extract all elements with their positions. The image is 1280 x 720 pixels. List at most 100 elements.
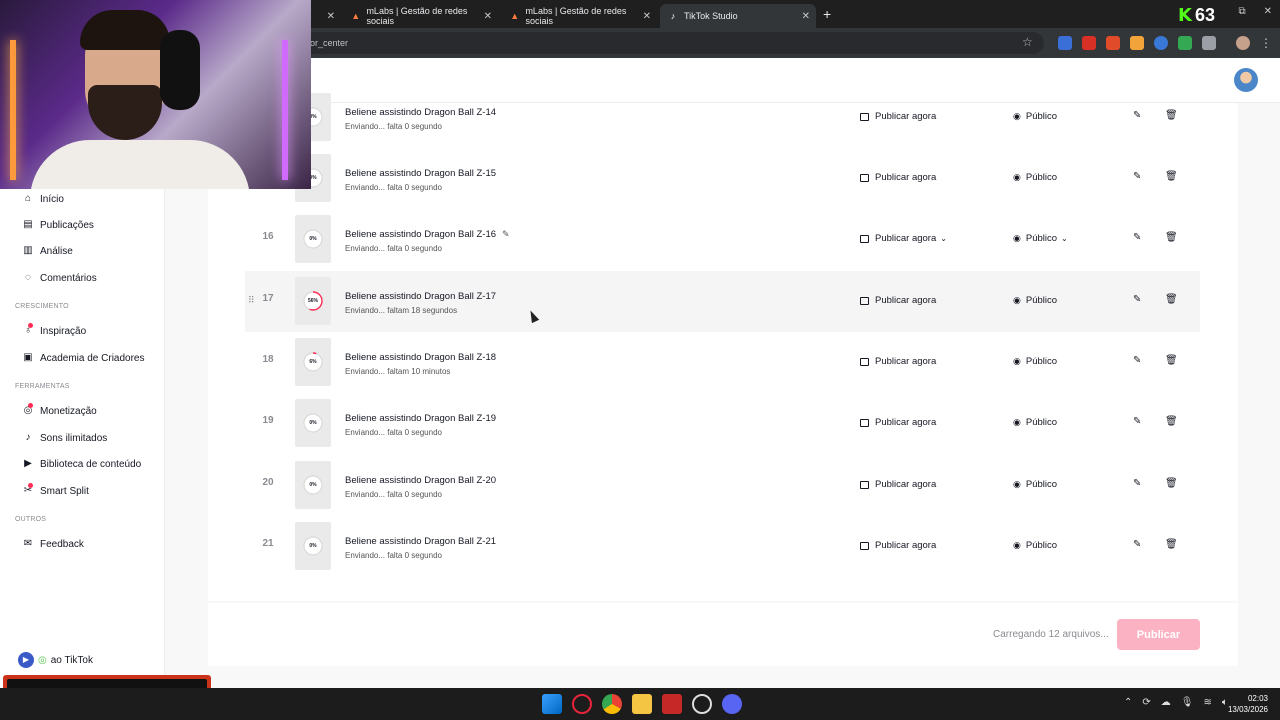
privacy-selector[interactable]: ◉ Público ⌄ — [1013, 233, 1068, 244]
opera-icon[interactable] — [572, 694, 592, 714]
back-to-tiktok-link[interactable]: ▶ ◎ ao TikTok — [18, 652, 93, 668]
close-tab-icon[interactable]: ✕ — [643, 11, 651, 22]
edit-pencil-icon[interactable]: ✎ — [1133, 294, 1141, 305]
privacy-selector[interactable]: ◉ Público — [1013, 172, 1057, 183]
schedule-selector[interactable]: Publicar agora — [860, 417, 936, 428]
trash-icon[interactable]: 🗑︎ — [1165, 416, 1178, 427]
sidebar-item-inspiration[interactable]: ♁ Inspiração — [22, 321, 86, 341]
chevron-up-icon[interactable]: ⌃ — [1124, 697, 1132, 708]
sidebar-item-comments[interactable]: ◌ Comentários — [22, 268, 97, 288]
section-title-growth: CRESCIMENTO — [15, 303, 69, 310]
extension-icon[interactable] — [1082, 36, 1096, 50]
trash-icon[interactable]: 🗑︎ — [1165, 478, 1178, 489]
system-clock[interactable]: 02:03 13/03/2026 — [1222, 693, 1268, 715]
extension-icon[interactable] — [1106, 36, 1120, 50]
obs-icon[interactable] — [692, 694, 712, 714]
schedule-selector[interactable]: Publicar agora — [860, 172, 936, 183]
edit-pencil-icon[interactable]: ✎ — [1133, 416, 1141, 427]
sidebar-item-sounds[interactable]: ♪ Sons ilimitados — [22, 428, 108, 448]
publish-button[interactable]: Publicar — [1117, 619, 1200, 650]
extension-icon[interactable] — [1130, 36, 1144, 50]
trash-icon[interactable]: 🗑︎ — [1165, 539, 1178, 550]
trash-icon[interactable]: 🗑︎ — [1165, 110, 1178, 121]
public-eye-icon: ◉ — [1013, 356, 1021, 366]
more-menu-icon[interactable]: ⋮ — [1260, 36, 1272, 50]
upload-row[interactable]: 16 0% Beliene assistindo Dragon Ball Z-16 ✎… — [245, 209, 1200, 270]
upload-row[interactable]: 0% Beliene assistindo Dragon Ball Z-14 Env… — [245, 87, 1200, 148]
browser-tab-0[interactable]: ✕ — [311, 4, 341, 28]
bookmark-star-icon[interactable]: ☆ — [1022, 35, 1033, 49]
edit-pencil-icon[interactable]: ✎ — [1133, 171, 1141, 182]
browser-tab-tiktok-studio[interactable]: ♪ TikTok Studio ✕ — [660, 4, 816, 28]
extension-icon[interactable] — [1058, 36, 1072, 50]
edit-pencil-icon[interactable]: ✎ — [1133, 110, 1141, 121]
sidebar-item-monetization[interactable]: ◎ Monetização — [22, 401, 97, 421]
chevron-down-icon[interactable]: ⌄ — [940, 234, 947, 243]
privacy-selector[interactable]: ◉ Público — [1013, 540, 1057, 551]
schedule-selector[interactable]: Publicar agora — [860, 111, 936, 122]
browser-tab-mlabs-1[interactable]: ▲ mLabs | Gestão de redes sociais ✕ — [343, 4, 498, 28]
close-tab-icon[interactable]: ✕ — [484, 11, 492, 22]
sidebar-item-academy[interactable]: ▣ Academia de Criadores — [22, 348, 144, 368]
schedule-selector[interactable]: Publicar agora ⌄ — [860, 233, 947, 244]
sidebar-item-posts[interactable]: ▤ Publicações — [22, 215, 94, 235]
edit-pencil-icon[interactable]: ✎ — [1133, 539, 1141, 550]
sidebar-item-home[interactable]: ⌂ Início — [22, 189, 64, 209]
profile-avatar[interactable] — [1236, 36, 1250, 50]
sidebar-item-feedback[interactable]: ✉ Feedback — [22, 534, 84, 554]
upload-list-card: 0% Beliene assistindo Dragon Ball Z-14 Env… — [208, 93, 1238, 601]
privacy-selector[interactable]: ◉ Público — [1013, 479, 1057, 490]
wifi-icon[interactable]: ≋ — [1203, 697, 1211, 708]
schedule-selector[interactable]: Publicar agora — [860, 479, 936, 490]
browser-tab-mlabs-2[interactable]: ▲ mLabs | Gestão de redes sociais ✕ — [502, 4, 657, 28]
upload-row[interactable]: 21 0% Beliene assistindo Dragon Ball Z-21 E… — [245, 516, 1200, 577]
sidebar-item-library[interactable]: ▶ Biblioteca de conteúdo — [22, 454, 141, 474]
edit-pencil-icon[interactable]: ✎ — [1133, 355, 1141, 366]
chevron-down-icon[interactable]: ⌄ — [1061, 234, 1068, 243]
privacy-selector[interactable]: ◉ Público — [1013, 417, 1057, 428]
file-explorer-icon[interactable] — [632, 694, 652, 714]
schedule-selector[interactable]: Publicar agora — [860, 295, 936, 306]
upload-row[interactable]: ⠿ 17 56% Beliene assistindo Dragon Ball Z-1… — [245, 271, 1200, 332]
chrome-icon[interactable] — [602, 694, 622, 714]
microphone-icon[interactable]: 🎙︎ — [1181, 697, 1194, 708]
upload-row[interactable]: 0% Beliene assistindo Dragon Ball Z-15 Env… — [245, 148, 1200, 209]
privacy-selector[interactable]: ◉ Público — [1013, 295, 1057, 306]
sidebar-item-smart-split[interactable]: ✂ Smart Split — [22, 481, 89, 501]
trash-icon[interactable]: 🗑︎ — [1165, 232, 1178, 243]
user-avatar[interactable] — [1234, 68, 1258, 92]
home-icon: ⌂ — [24, 193, 32, 204]
url-input[interactable]: or_center — [300, 32, 1044, 54]
extension-icon[interactable] — [1178, 36, 1192, 50]
extensions-puzzle-icon[interactable] — [1202, 36, 1216, 50]
discord-icon[interactable] — [722, 694, 742, 714]
close-window-icon[interactable]: ✕ — [1264, 6, 1272, 17]
tiktok-circle-icon: ◎ — [38, 654, 47, 666]
app-icon[interactable] — [662, 694, 682, 714]
schedule-label: Publicar agora — [875, 540, 937, 551]
privacy-selector[interactable]: ◉ Público — [1013, 111, 1057, 122]
restore-icon[interactable]: ⧉ — [1238, 6, 1245, 17]
edit-pencil-icon[interactable]: ✎ — [1133, 232, 1141, 243]
edit-pencil-icon[interactable]: ✎ — [1133, 478, 1141, 489]
new-tab-button[interactable]: + — [823, 6, 831, 22]
upload-row[interactable]: 18 6% Beliene assistindo Dragon Ball Z-18 E… — [245, 332, 1200, 393]
windows-start-icon[interactable] — [542, 694, 562, 714]
schedule-selector[interactable]: Publicar agora — [860, 356, 936, 367]
extension-icon[interactable] — [1154, 36, 1168, 50]
close-tab-icon[interactable]: ✕ — [327, 11, 335, 22]
schedule-selector[interactable]: Publicar agora — [860, 540, 936, 551]
video-title: Beliene assistindo Dragon Ball Z-15 — [345, 168, 496, 179]
video-title: Beliene assistindo Dragon Ball Z-14 — [345, 107, 496, 118]
network-icon[interactable]: ⟳ — [1142, 697, 1150, 708]
sidebar-item-analytics[interactable]: ▥ Análise — [22, 241, 73, 261]
trash-icon[interactable]: 🗑︎ — [1165, 355, 1178, 366]
upload-row[interactable]: 19 0% Beliene assistindo Dragon Ball Z-19 E… — [245, 393, 1200, 454]
cloud-icon[interactable]: ☁ — [1161, 697, 1171, 708]
close-tab-icon[interactable]: ✕ — [802, 11, 810, 22]
privacy-selector[interactable]: ◉ Público — [1013, 356, 1057, 367]
trash-icon[interactable]: 🗑︎ — [1165, 294, 1178, 305]
edit-title-icon[interactable]: ✎ — [502, 229, 510, 239]
upload-row[interactable]: 20 0% Beliene assistindo Dragon Ball Z-20 E… — [245, 455, 1200, 516]
trash-icon[interactable]: 🗑︎ — [1165, 171, 1178, 182]
